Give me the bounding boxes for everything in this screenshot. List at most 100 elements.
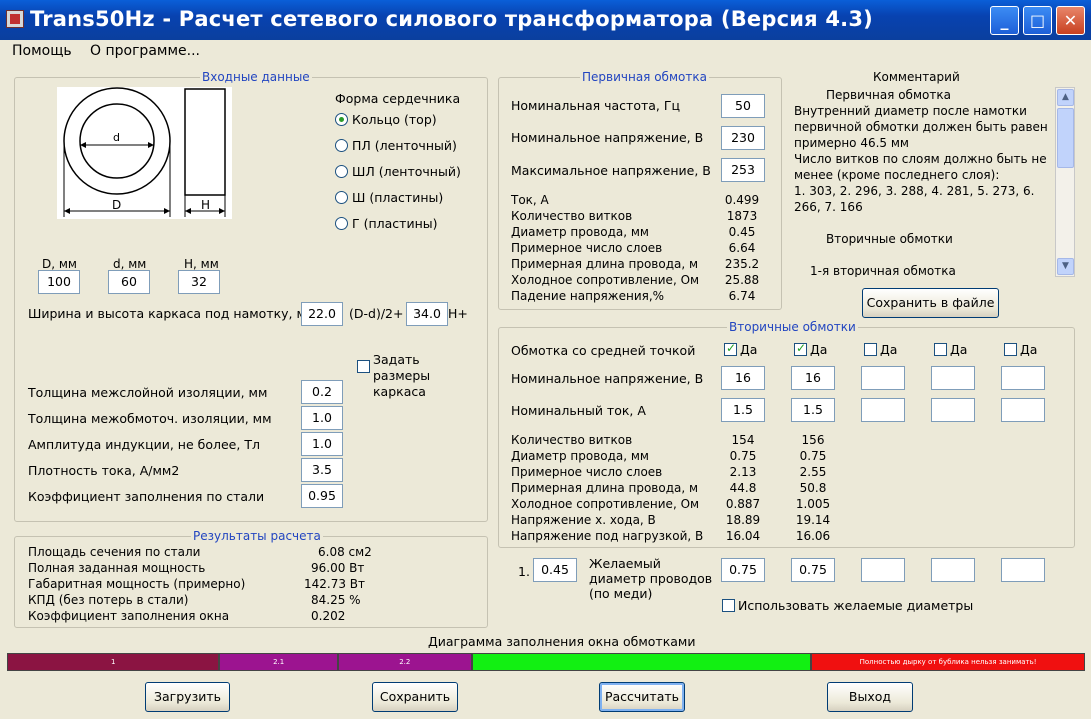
scroll-thumb[interactable]: [1057, 108, 1074, 168]
secondary-current-4[interactable]: [931, 398, 975, 422]
primary-input-frequency[interactable]: 50: [721, 94, 765, 118]
core-option-ring[interactable]: Кольцо (тор): [335, 112, 461, 138]
desired-input-3[interactable]: [861, 558, 905, 582]
window-title: Trans50Hz - Расчет сетевого силового тра…: [30, 7, 873, 31]
core-option-pl[interactable]: ПЛ (ленточный): [335, 138, 461, 164]
use-desired-checkbox[interactable]: Использовать желаемые диаметры: [722, 598, 973, 613]
primary-label-length: Примерная длина провода, м: [511, 257, 699, 271]
param-input-interwinding[interactable]: 1.0: [301, 406, 343, 430]
secondary-turns-2: 156: [801, 433, 825, 447]
dim-d-input[interactable]: 60: [108, 270, 150, 294]
primary-label-frequency: Номинальная частота, Гц: [511, 98, 680, 113]
diagram-segment: 2.1: [219, 653, 338, 671]
secondary-voltage-label: Номинальное напряжение, В: [511, 371, 704, 386]
center-tap-3[interactable]: Да: [864, 342, 897, 357]
desired-input-1[interactable]: 0.75: [721, 558, 765, 582]
core-drawing: d D H: [57, 87, 232, 219]
secondary-voltage-1[interactable]: 16: [721, 366, 765, 390]
frame-size-checkbox[interactable]: [357, 360, 370, 373]
desired-input-4[interactable]: [931, 558, 975, 582]
desired-input-5[interactable]: [1001, 558, 1045, 582]
core-option-sh[interactable]: Ш (пластины): [335, 190, 461, 216]
checkbox-icon[interactable]: [1004, 343, 1017, 356]
comment-line: 266, 7. 166: [794, 200, 863, 214]
menu-bar: Помощь О программе...: [0, 40, 1091, 62]
secondary-current-2[interactable]: 1.5: [791, 398, 835, 422]
primary-label-layers: Примерное число слоев: [511, 241, 663, 255]
result-label-area: Площадь сечения по стали: [28, 545, 201, 559]
menu-about[interactable]: О программе...: [90, 43, 200, 59]
secondary-length-1: 44.8: [729, 481, 757, 495]
param-input-fill-factor[interactable]: 0.95: [301, 484, 343, 508]
diagram-segment: Полностью дырку от бублика нельзя занима…: [811, 653, 1085, 671]
center-tap-1[interactable]: Да: [724, 341, 757, 357]
radio-icon[interactable]: [335, 191, 348, 204]
core-option-g[interactable]: Г (пластины): [335, 216, 461, 242]
frame-height-input[interactable]: 34.0: [406, 302, 448, 326]
radio-icon[interactable]: [335, 139, 348, 152]
param-input-current-density[interactable]: 3.5: [301, 458, 343, 482]
secondary-current-1[interactable]: 1.5: [721, 398, 765, 422]
comment-line: [794, 215, 1052, 231]
dim-H-input[interactable]: 32: [178, 270, 220, 294]
checkbox-icon[interactable]: [864, 343, 877, 356]
save-to-file-button[interactable]: Сохранить в файле: [862, 288, 999, 318]
primary-value-current: 0.499: [724, 193, 760, 207]
results-group-title: Результаты расчета: [191, 529, 323, 543]
calculate-button[interactable]: Рассчитать: [599, 682, 685, 712]
comment-line: примерно 46.5 мм: [794, 136, 909, 150]
scroll-up-icon[interactable]: ▲: [1057, 89, 1074, 106]
primary-input-voltage[interactable]: 230: [721, 126, 765, 150]
checkbox-icon[interactable]: [724, 341, 737, 356]
desired-label: Желаемый диаметр проводов (по меди): [589, 556, 713, 601]
core-option-shl[interactable]: ШЛ (ленточный): [335, 164, 461, 190]
center-tap-5[interactable]: Да: [1004, 342, 1037, 357]
radio-icon[interactable]: [335, 217, 348, 230]
desired-input-2[interactable]: 0.75: [791, 558, 835, 582]
secondary-current-5[interactable]: [1001, 398, 1045, 422]
center-tap-2[interactable]: Да: [794, 341, 827, 357]
param-input-interlayer[interactable]: 0.2: [301, 380, 343, 404]
checkbox-icon[interactable]: [934, 343, 947, 356]
param-input-induction[interactable]: 1.0: [301, 432, 343, 456]
scroll-down-icon[interactable]: ▼: [1057, 258, 1074, 275]
diagram-title: Диаграмма заполнения окна обмотками: [428, 634, 696, 649]
frame-height-suffix: H+: [448, 306, 468, 321]
comment-scrollbar[interactable]: ▲ ▼: [1055, 87, 1075, 277]
diagram-d-label: d: [113, 131, 120, 144]
save-button[interactable]: Сохранить: [372, 682, 458, 712]
menu-help[interactable]: Помощь: [12, 43, 72, 59]
radio-icon[interactable]: [335, 113, 348, 126]
maximize-button[interactable]: □: [1023, 6, 1052, 35]
checkbox-icon[interactable]: [794, 341, 807, 356]
frame-width-input[interactable]: 22.0: [301, 302, 343, 326]
secondary-voltage-2[interactable]: 16: [791, 366, 835, 390]
secondary-resistance-1: 0.887: [725, 497, 761, 511]
comment-line: Число витков по слоям должно быть не: [794, 152, 1047, 166]
primary-input-max-voltage[interactable]: 253: [721, 158, 765, 182]
desired-primary-input[interactable]: 0.45: [533, 558, 577, 582]
center-tap-4[interactable]: Да: [934, 342, 967, 357]
result-value-power: 96.00 Вт: [311, 561, 365, 575]
close-button[interactable]: ✕: [1056, 6, 1085, 35]
primary-value-turns: 1873: [726, 209, 758, 223]
secondary-layers-2: 2.55: [799, 465, 827, 479]
exit-button[interactable]: Выход: [827, 682, 913, 712]
fill-diagram: 1 2.1 2.2 Полностью дырку от бублика нельзя…: [7, 653, 1085, 671]
primary-label-max-voltage: Максимальное напряжение, В: [511, 163, 711, 178]
secondary-voltage-4[interactable]: [931, 366, 975, 390]
result-label-overall: Габаритная мощность (примерно): [28, 577, 246, 591]
param-label-current-density: Плотность тока, А/мм2: [28, 463, 180, 478]
load-button[interactable]: Загрузить: [145, 682, 230, 712]
radio-icon[interactable]: [335, 165, 348, 178]
checkbox-icon[interactable]: [722, 599, 735, 612]
secondary-voltage-3[interactable]: [861, 366, 905, 390]
secondary-current-3[interactable]: [861, 398, 905, 422]
secondary-wire-2: 0.75: [799, 449, 827, 463]
secondary-no-load-2: 19.14: [795, 513, 831, 527]
comment-line: первичной обмотки должен быть равен: [794, 120, 1048, 134]
dim-D-input[interactable]: 100: [38, 270, 80, 294]
secondary-voltage-5[interactable]: [1001, 366, 1045, 390]
minimize-button[interactable]: _: [990, 6, 1019, 35]
primary-value-resistance: 25.88: [724, 273, 760, 287]
